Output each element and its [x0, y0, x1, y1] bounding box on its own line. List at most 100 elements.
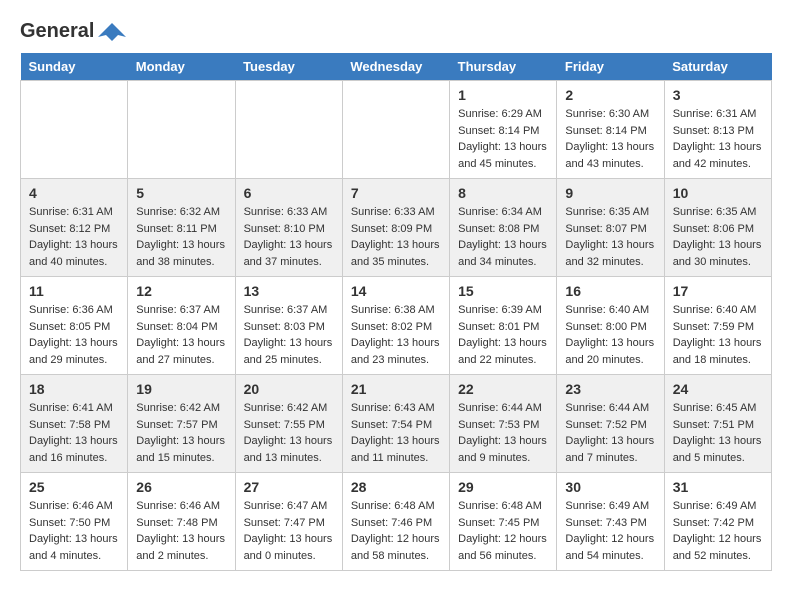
logo-bird-icon	[98, 21, 126, 43]
day-info: Sunrise: 6:42 AM Sunset: 7:57 PM Dayligh…	[136, 400, 226, 466]
day-number: 1	[458, 87, 548, 103]
day-info: Sunrise: 6:37 AM Sunset: 8:03 PM Dayligh…	[244, 302, 334, 368]
calendar-cell: 19 Sunrise: 6:42 AM Sunset: 7:57 PM Dayli…	[128, 375, 235, 473]
day-number: 11	[29, 283, 119, 299]
day-number: 8	[458, 185, 548, 201]
day-info: Sunrise: 6:33 AM Sunset: 8:09 PM Dayligh…	[351, 204, 441, 270]
header-thursday: Thursday	[450, 53, 557, 81]
week-row-3: 18 Sunrise: 6:41 AM Sunset: 7:58 PM Dayli…	[21, 375, 772, 473]
calendar-cell: 30Sunrise: 6:49 AM Sunset: 7:43 PM Dayli…	[557, 473, 664, 571]
calendar-cell: 15Sunrise: 6:39 AM Sunset: 8:01 PM Dayli…	[450, 277, 557, 375]
day-info: Sunrise: 6:35 AM Sunset: 8:07 PM Dayligh…	[565, 204, 655, 270]
day-number: 4	[29, 185, 119, 201]
header-friday: Friday	[557, 53, 664, 81]
day-info: Sunrise: 6:46 AM Sunset: 7:50 PM Dayligh…	[29, 498, 119, 564]
calendar-table: SundayMondayTuesdayWednesdayThursdayFrid…	[20, 53, 772, 571]
day-number: 24	[673, 381, 763, 397]
day-info: Sunrise: 6:43 AM Sunset: 7:54 PM Dayligh…	[351, 400, 441, 466]
day-number: 12	[136, 283, 226, 299]
day-info: Sunrise: 6:38 AM Sunset: 8:02 PM Dayligh…	[351, 302, 441, 368]
logo-general: General	[20, 20, 94, 43]
calendar-cell: 6Sunrise: 6:33 AM Sunset: 8:10 PM Daylig…	[235, 179, 342, 277]
day-number: 25	[29, 479, 119, 495]
calendar-cell: 14Sunrise: 6:38 AM Sunset: 8:02 PM Dayli…	[342, 277, 449, 375]
calendar-cell: 21 Sunrise: 6:43 AM Sunset: 7:54 PM Dayli…	[342, 375, 449, 473]
day-number: 17	[673, 283, 763, 299]
calendar-cell: 22 Sunrise: 6:44 AM Sunset: 7:53 PM Dayli…	[450, 375, 557, 473]
day-info: Sunrise: 6:41 AM Sunset: 7:58 PM Dayligh…	[29, 400, 119, 466]
day-number: 31	[673, 479, 763, 495]
day-number: 16	[565, 283, 655, 299]
calendar-header: SundayMondayTuesdayWednesdayThursdayFrid…	[21, 53, 772, 81]
calendar-cell: 18 Sunrise: 6:41 AM Sunset: 7:58 PM Dayli…	[21, 375, 128, 473]
day-info: Sunrise: 6:31 AM Sunset: 8:13 PM Dayligh…	[673, 106, 763, 172]
day-number: 23	[565, 381, 655, 397]
week-row-2: 11 Sunrise: 6:36 AM Sunset: 8:05 PM Dayli…	[21, 277, 772, 375]
calendar-cell	[128, 81, 235, 179]
calendar-cell: 3 Sunrise: 6:31 AM Sunset: 8:13 PM Daylig…	[664, 81, 771, 179]
day-number: 29	[458, 479, 548, 495]
page-header: General	[20, 20, 772, 43]
calendar-cell: 8 Sunrise: 6:34 AM Sunset: 8:08 PM Daylig…	[450, 179, 557, 277]
day-info: Sunrise: 6:36 AM Sunset: 8:05 PM Dayligh…	[29, 302, 119, 368]
day-number: 3	[673, 87, 763, 103]
day-info: Sunrise: 6:40 AM Sunset: 7:59 PM Dayligh…	[673, 302, 763, 368]
calendar-cell: 24Sunrise: 6:45 AM Sunset: 7:51 PM Dayli…	[664, 375, 771, 473]
day-number: 7	[351, 185, 441, 201]
day-info: Sunrise: 6:34 AM Sunset: 8:08 PM Dayligh…	[458, 204, 548, 270]
calendar-cell	[342, 81, 449, 179]
day-info: Sunrise: 6:37 AM Sunset: 8:04 PM Dayligh…	[136, 302, 226, 368]
calendar-cell: 11 Sunrise: 6:36 AM Sunset: 8:05 PM Dayli…	[21, 277, 128, 375]
header-wednesday: Wednesday	[342, 53, 449, 81]
logo-text: General	[20, 20, 128, 43]
day-number: 26	[136, 479, 226, 495]
calendar-cell: 31 Sunrise: 6:49 AM Sunset: 7:42 PM Dayli…	[664, 473, 771, 571]
day-number: 30	[565, 479, 655, 495]
day-number: 19	[136, 381, 226, 397]
day-number: 20	[244, 381, 334, 397]
day-number: 5	[136, 185, 226, 201]
day-number: 22	[458, 381, 548, 397]
week-row-0: 1 Sunrise: 6:29 AM Sunset: 8:14 PM Daylig…	[21, 81, 772, 179]
header-monday: Monday	[128, 53, 235, 81]
calendar-body: 1 Sunrise: 6:29 AM Sunset: 8:14 PM Daylig…	[21, 81, 772, 571]
calendar-cell: 7 Sunrise: 6:33 AM Sunset: 8:09 PM Daylig…	[342, 179, 449, 277]
day-info: Sunrise: 6:44 AM Sunset: 7:53 PM Dayligh…	[458, 400, 548, 466]
logo: General	[20, 20, 128, 43]
day-info: Sunrise: 6:48 AM Sunset: 7:45 PM Dayligh…	[458, 498, 548, 564]
day-number: 21	[351, 381, 441, 397]
day-info: Sunrise: 6:33 AM Sunset: 8:10 PM Dayligh…	[244, 204, 334, 270]
calendar-cell: 13Sunrise: 6:37 AM Sunset: 8:03 PM Dayli…	[235, 277, 342, 375]
day-info: Sunrise: 6:46 AM Sunset: 7:48 PM Dayligh…	[136, 498, 226, 564]
day-number: 9	[565, 185, 655, 201]
day-info: Sunrise: 6:40 AM Sunset: 8:00 PM Dayligh…	[565, 302, 655, 368]
calendar-cell: 10Sunrise: 6:35 AM Sunset: 8:06 PM Dayli…	[664, 179, 771, 277]
day-info: Sunrise: 6:39 AM Sunset: 8:01 PM Dayligh…	[458, 302, 548, 368]
calendar-cell	[235, 81, 342, 179]
day-info: Sunrise: 6:29 AM Sunset: 8:14 PM Dayligh…	[458, 106, 548, 172]
day-info: Sunrise: 6:49 AM Sunset: 7:42 PM Dayligh…	[673, 498, 763, 564]
calendar-cell: 12 Sunrise: 6:37 AM Sunset: 8:04 PM Dayli…	[128, 277, 235, 375]
day-number: 2	[565, 87, 655, 103]
calendar-cell: 4 Sunrise: 6:31 AM Sunset: 8:12 PM Daylig…	[21, 179, 128, 277]
day-info: Sunrise: 6:30 AM Sunset: 8:14 PM Dayligh…	[565, 106, 655, 172]
day-info: Sunrise: 6:44 AM Sunset: 7:52 PM Dayligh…	[565, 400, 655, 466]
calendar-cell: 29 Sunrise: 6:48 AM Sunset: 7:45 PM Dayli…	[450, 473, 557, 571]
day-number: 28	[351, 479, 441, 495]
day-number: 18	[29, 381, 119, 397]
day-number: 27	[244, 479, 334, 495]
calendar-cell: 25 Sunrise: 6:46 AM Sunset: 7:50 PM Dayli…	[21, 473, 128, 571]
calendar-cell: 5 Sunrise: 6:32 AM Sunset: 8:11 PM Daylig…	[128, 179, 235, 277]
calendar-cell: 9 Sunrise: 6:35 AM Sunset: 8:07 PM Daylig…	[557, 179, 664, 277]
calendar-cell: 28 Sunrise: 6:48 AM Sunset: 7:46 PM Dayli…	[342, 473, 449, 571]
day-number: 10	[673, 185, 763, 201]
day-info: Sunrise: 6:32 AM Sunset: 8:11 PM Dayligh…	[136, 204, 226, 270]
header-sunday: Sunday	[21, 53, 128, 81]
day-info: Sunrise: 6:31 AM Sunset: 8:12 PM Dayligh…	[29, 204, 119, 270]
calendar-cell: 26 Sunrise: 6:46 AM Sunset: 7:48 PM Dayli…	[128, 473, 235, 571]
header-tuesday: Tuesday	[235, 53, 342, 81]
header-saturday: Saturday	[664, 53, 771, 81]
day-info: Sunrise: 6:48 AM Sunset: 7:46 PM Dayligh…	[351, 498, 441, 564]
calendar-cell: 20Sunrise: 6:42 AM Sunset: 7:55 PM Dayli…	[235, 375, 342, 473]
calendar-cell: 1 Sunrise: 6:29 AM Sunset: 8:14 PM Daylig…	[450, 81, 557, 179]
